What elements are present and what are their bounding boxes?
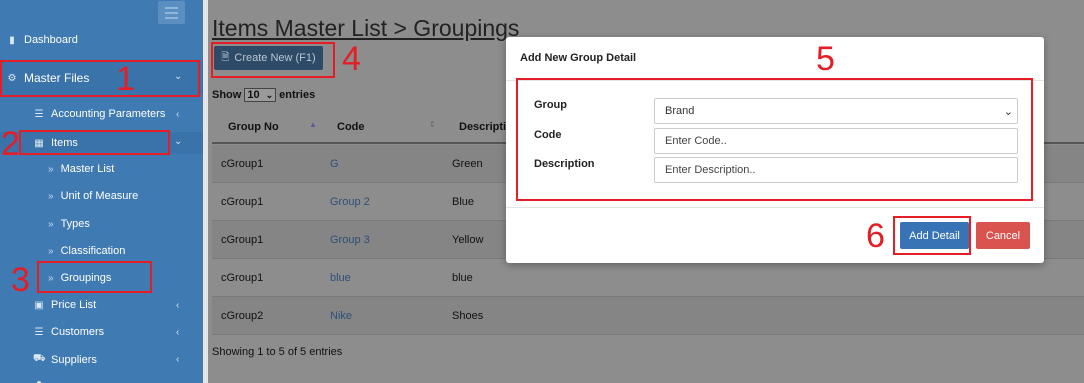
sidebar-item-label: Types bbox=[60, 218, 90, 230]
sidebar-item-label: Classification bbox=[60, 245, 126, 257]
sidebar-subitem-master-list[interactable]: » Master List bbox=[48, 163, 114, 175]
sidebar-item-suppliers[interactable]: ⛟ Suppliers ‹ bbox=[33, 353, 179, 366]
cell-code-link[interactable]: Group 2 bbox=[330, 196, 370, 208]
cell-description: Green bbox=[452, 158, 483, 170]
truck-icon: ⛟ bbox=[33, 353, 46, 364]
cell-code-link[interactable]: Group 3 bbox=[330, 234, 370, 246]
bar-chart-icon: ▮ bbox=[9, 34, 15, 46]
sidebar-item-dashboard[interactable]: ▮ Dashboard bbox=[6, 34, 78, 46]
annotation-box-1 bbox=[0, 60, 200, 97]
show-label: Show bbox=[212, 89, 242, 101]
annotation-number-5: 5 bbox=[816, 40, 835, 78]
cell-group-no: cGroup1 bbox=[221, 196, 264, 208]
cell-code-link[interactable]: G bbox=[330, 158, 339, 170]
sidebar: ▮ Dashboard ⚙ Master Files ⌄ ☰ Accountin… bbox=[0, 0, 203, 383]
cell-group-no: cGroup1 bbox=[221, 272, 264, 284]
column-header-description[interactable]: Descriptio bbox=[459, 121, 513, 133]
cell-description: Yellow bbox=[452, 234, 484, 246]
entries-label: entries bbox=[279, 89, 316, 101]
chevron-left-icon: ‹ bbox=[176, 327, 180, 338]
sort-both-icon: ⇕ bbox=[429, 120, 436, 129]
table-row: cGroup2 Nike Shoes bbox=[212, 297, 1084, 335]
page-title: Items Master List > Groupings bbox=[212, 15, 520, 41]
column-header-code[interactable]: Code bbox=[337, 121, 365, 133]
sidebar-item-label: Master List bbox=[60, 163, 115, 175]
double-chevron-right-icon: » bbox=[48, 190, 54, 202]
double-chevron-right-icon: » bbox=[48, 218, 54, 230]
sidebar-item-label: Suppliers bbox=[51, 353, 97, 366]
annotation-box-3 bbox=[37, 261, 152, 293]
entries-length-control: Show 10 ⌄ entries bbox=[212, 88, 315, 102]
cell-description: Shoes bbox=[452, 310, 484, 322]
annotation-box-5 bbox=[516, 78, 1033, 201]
table-row: cGroup1 blue blue bbox=[212, 259, 1084, 297]
column-header-group-no[interactable]: Group No bbox=[228, 121, 279, 133]
cell-description: blue bbox=[452, 272, 473, 284]
cell-code-link[interactable]: Nike bbox=[330, 310, 352, 322]
chevron-down-icon: ⌄ bbox=[265, 89, 274, 100]
annotation-box-2 bbox=[19, 130, 170, 155]
chevron-left-icon: ‹ bbox=[176, 300, 180, 311]
double-chevron-right-icon: » bbox=[48, 163, 54, 175]
sort-asc-icon: ▲ bbox=[309, 120, 317, 129]
annotation-number-4: 4 bbox=[342, 40, 361, 78]
money-icon: ▣ bbox=[34, 299, 44, 311]
list-icon: ☰ bbox=[34, 108, 44, 120]
chevron-left-icon: ‹ bbox=[176, 109, 180, 120]
sidebar-item-label: Unit of Measure bbox=[60, 190, 139, 202]
sidebar-item-label: Dashboard bbox=[24, 34, 78, 46]
sidebar-item-accounting-parameters[interactable]: ☰ Accounting Parameters ‹ bbox=[33, 108, 180, 120]
annotation-number-1: 1 bbox=[116, 60, 135, 98]
entries-select[interactable]: 10 ⌄ bbox=[244, 88, 277, 102]
list-icon: ☰ bbox=[34, 326, 44, 338]
entries-select-value: 10 bbox=[247, 89, 260, 101]
sidebar-item-label: Customers bbox=[51, 326, 105, 338]
sidebar-subitem-unit-of-measure[interactable]: » Unit of Measure bbox=[48, 190, 138, 202]
cell-code-link[interactable]: blue bbox=[330, 272, 351, 284]
sidebar-subitem-classification[interactable]: » Classification bbox=[48, 245, 125, 257]
table-info: Showing 1 to 5 of 5 entries bbox=[212, 346, 343, 358]
double-chevron-right-icon: » bbox=[48, 245, 54, 257]
annotation-number-2: 2 bbox=[1, 125, 20, 163]
sidebar-item-label: Price List bbox=[51, 299, 97, 311]
cell-group-no: cGroup1 bbox=[221, 234, 264, 246]
user-icon: ● bbox=[33, 378, 45, 383]
sidebar-subitem-types[interactable]: » Types bbox=[48, 218, 90, 230]
sidebar-item-price-list[interactable]: ▣ Price List ‹ bbox=[33, 299, 179, 311]
sidebar-item-label: Accounting Parameters bbox=[51, 108, 166, 120]
cancel-button[interactable]: Cancel bbox=[976, 222, 1030, 249]
annotation-box-4 bbox=[211, 42, 335, 78]
chevron-left-icon: ‹ bbox=[176, 354, 180, 365]
cell-description: Blue bbox=[452, 196, 475, 208]
sidebar-item-more[interactable]: ● bbox=[33, 378, 51, 383]
divider bbox=[203, 0, 208, 383]
annotation-box-6 bbox=[893, 216, 971, 255]
annotation-number-3: 3 bbox=[11, 261, 30, 299]
cell-group-no: cGroup2 bbox=[221, 310, 264, 322]
modal-title: Add New Group Detail bbox=[520, 52, 637, 64]
annotation-number-6: 6 bbox=[866, 217, 885, 255]
sidebar-toggle-button[interactable] bbox=[158, 1, 185, 24]
modal-footer-divider bbox=[506, 207, 1044, 208]
cell-group-no: cGroup1 bbox=[221, 158, 264, 170]
sidebar-item-customers[interactable]: ☰ Customers ‹ bbox=[33, 326, 180, 338]
chevron-down-icon: ⌄ bbox=[174, 136, 183, 147]
